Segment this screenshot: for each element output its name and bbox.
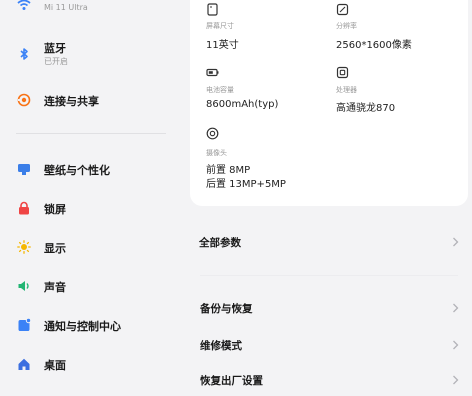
spec-camera-label: 摄像头: [206, 149, 227, 157]
battery-icon: [206, 68, 219, 77]
sidebar-item-connection-sharing[interactable]: 连接与共享: [0, 90, 186, 120]
sidebar-item-bluetooth[interactable]: 蓝牙 已开启: [0, 40, 186, 70]
spec-screen-size-label: 屏幕尺寸: [206, 22, 234, 30]
spec-battery-value: 8600mAh(typ): [206, 99, 279, 110]
resolution-icon: [336, 3, 349, 16]
processor-icon: [336, 66, 349, 79]
sidebar-item-label: 通知与控制中心: [44, 320, 121, 333]
sidebar: Mi 11 Ultra 蓝牙 已开启 连接与共享 壁纸与个性化 锁屏 显示 声音…: [0, 0, 186, 380]
share-icon: [17, 93, 31, 107]
spec-resolution-label: 分辨率: [336, 22, 357, 30]
screen-size-icon: [207, 3, 218, 16]
spec-camera-rear-value: 后置 13MP+5MP: [206, 179, 286, 190]
wifi-icon: [17, 0, 31, 10]
sidebar-item-label: 蓝牙: [44, 42, 66, 55]
camera-icon: [206, 127, 219, 140]
spec-processor-label: 处理器: [336, 86, 357, 94]
chevron-right-icon: [453, 375, 459, 385]
section-divider: [200, 275, 458, 276]
chevron-right-icon: [453, 340, 459, 350]
spec-screen-size-value: 11英寸: [206, 40, 239, 51]
home-icon: [18, 358, 30, 370]
sidebar-item-wlan[interactable]: Mi 11 Ultra: [0, 0, 186, 18]
device-specs-card: 屏幕尺寸 11英寸 分辨率 2560*1600像素 电池容量 8600mAh(t…: [190, 0, 468, 206]
sidebar-item-sublabel: 已开启: [44, 57, 68, 66]
spec-battery-label: 电池容量: [206, 86, 234, 94]
sidebar-item-label: 声音: [44, 281, 66, 294]
all-params-row[interactable]: 全部参数: [186, 226, 472, 258]
spec-processor-value: 高通骁龙870: [336, 103, 396, 114]
sidebar-item-label: 连接与共享: [44, 95, 99, 108]
spec-resolution-value: 2560*1600像素: [336, 40, 412, 51]
display-icon: [17, 240, 31, 254]
notification-icon: [18, 318, 31, 331]
lock-icon: [19, 201, 29, 215]
sidebar-divider: [16, 133, 166, 134]
backup-restore-label: 备份与恢复: [200, 303, 253, 315]
spec-camera-front-value: 前置 8MP: [206, 165, 251, 176]
backup-restore-row[interactable]: 备份与恢复: [186, 292, 472, 324]
sidebar-item-label: 显示: [44, 242, 66, 255]
sidebar-item-notification-control[interactable]: 通知与控制中心: [0, 315, 186, 345]
all-params-label: 全部参数: [199, 237, 241, 249]
sidebar-item-label: 桌面: [44, 359, 66, 372]
chevron-right-icon: [453, 237, 459, 247]
sidebar-item-label: 壁纸与个性化: [44, 164, 110, 177]
repair-mode-label: 维修模式: [200, 340, 242, 352]
sidebar-item-sound[interactable]: 声音: [0, 276, 186, 306]
sidebar-item-wallpaper[interactable]: 壁纸与个性化: [0, 159, 186, 189]
all-params-card: 全部参数: [186, 222, 472, 262]
wallpaper-icon: [18, 164, 30, 175]
main-pane: 屏幕尺寸 11英寸 分辨率 2560*1600像素 电池容量 8600mAh(t…: [186, 0, 472, 387]
bluetooth-icon: [20, 48, 28, 60]
sound-icon: [18, 281, 29, 291]
device-model-text: Mi 11 Ultra: [44, 3, 88, 12]
factory-reset-row[interactable]: 恢复出厂设置: [186, 364, 472, 396]
factory-reset-label: 恢复出厂设置: [200, 375, 263, 387]
sidebar-item-display[interactable]: 显示: [0, 237, 186, 267]
sidebar-item-lock-screen[interactable]: 锁屏: [0, 198, 186, 228]
sidebar-item-label: 锁屏: [44, 203, 66, 216]
repair-mode-row[interactable]: 维修模式: [186, 329, 472, 361]
chevron-right-icon: [453, 303, 459, 313]
